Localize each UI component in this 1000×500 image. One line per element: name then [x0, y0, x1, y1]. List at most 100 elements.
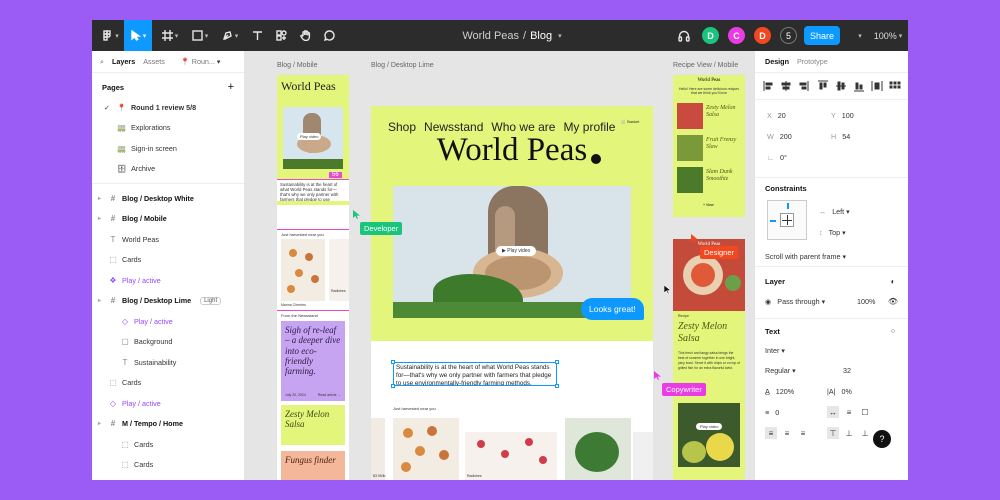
layer-item[interactable]: ◇ Play / active	[92, 311, 244, 332]
collaborator-count[interactable]: 5	[780, 27, 797, 44]
align-right-icon[interactable]: ≡	[797, 427, 809, 439]
desktop-play-button[interactable]: ▶ Play video	[496, 246, 537, 256]
mobile-play-button[interactable]: Play video	[297, 133, 322, 140]
frame-label-mobile[interactable]: Blog / Mobile	[277, 62, 317, 69]
zoom-menu[interactable]: 100% ▾	[870, 20, 906, 51]
letter-spacing-field[interactable]: |A| 0%	[827, 387, 852, 396]
align-bottom-icon[interactable]: ⊥	[859, 427, 871, 439]
align-top-icon[interactable]: ⊤	[827, 427, 839, 439]
layer-item[interactable]: ⬚ Cards	[92, 434, 244, 455]
add-page-icon[interactable]: +	[228, 81, 234, 93]
font-family-select[interactable]: Inter ▾	[765, 346, 785, 355]
move-tool-button[interactable]: ▾	[124, 20, 152, 51]
align-icons[interactable]	[763, 80, 903, 92]
expand-arrow-icon[interactable]: ▸	[98, 195, 104, 202]
vertical-constraint-select[interactable]: ↕ Top ▾	[819, 228, 846, 237]
page-item[interactable]: ✓ 📍 Round 1 review 5/8	[92, 97, 244, 118]
page-item[interactable]: 🚃 Sign-in screen	[92, 138, 244, 159]
recipe-list-frame[interactable]: World Peas Hello! Here are some deliciou…	[673, 75, 745, 217]
layer-item[interactable]: ⬚ Cards	[92, 250, 244, 271]
page-item[interactable]: 🚃 Explorations	[92, 118, 244, 139]
rotation-field[interactable]: ∟ 0°	[767, 153, 787, 162]
width-field[interactable]: W 200	[767, 132, 792, 141]
hand-tool-button[interactable]	[294, 20, 316, 51]
sustainability-text[interactable]: Sustainability is at the heart of what W…	[393, 362, 557, 386]
x-field[interactable]: X 20	[767, 111, 786, 120]
scroll-behavior-select[interactable]: Scroll with parent frame ▾	[765, 252, 846, 261]
recipe-title[interactable]: Slam Dunk Smoothie	[706, 169, 742, 182]
resize-handle[interactable]	[555, 384, 559, 388]
comment-bubble[interactable]: Looks great!	[581, 298, 644, 320]
layer-item[interactable]: ▸ # Blog / Desktop Lime Light	[92, 291, 244, 312]
card-link[interactable]: Read article →	[318, 393, 341, 397]
resize-handle[interactable]	[391, 384, 395, 388]
page-selector[interactable]: 📍 Roun... ▾	[181, 57, 221, 66]
align-middle-icon[interactable]: ⊥	[843, 427, 855, 439]
recipe-detail-frame[interactable]: World Peas Recipe Zesty Melon Salsa This…	[673, 239, 745, 480]
help-button[interactable]: ?	[873, 430, 891, 448]
shape-tool-button[interactable]: ▾	[186, 20, 214, 51]
search-icon[interactable]: ⌕	[100, 57, 104, 67]
frame-label-desktop[interactable]: Blog / Desktop Lime	[371, 62, 434, 69]
frame-label-recipe[interactable]: Recipe View / Mobile	[673, 62, 738, 69]
layer-item[interactable]: T World Peas	[92, 229, 244, 250]
layer-item[interactable]: ▸ # Blog / Desktop White	[92, 188, 244, 209]
expand-arrow-icon[interactable]: ▸	[98, 215, 104, 222]
recipe-video[interactable]: Play video	[678, 403, 740, 467]
comment-tool-button[interactable]	[318, 20, 340, 51]
article-card[interactable]: Sigh of re-leaf – a deeper dive into eco…	[281, 321, 345, 401]
align-center-icon[interactable]: ≡	[781, 427, 793, 439]
mobile-body-text[interactable]: Sustainability is at the heart of what W…	[277, 179, 349, 201]
opacity-field[interactable]: 100%	[857, 297, 875, 306]
layer-item[interactable]: ▸ # Blog / Mobile	[92, 209, 244, 230]
resize-handle[interactable]	[555, 360, 559, 364]
blend-options-icon[interactable]: ◐	[887, 275, 899, 287]
tab-assets[interactable]: Assets	[143, 57, 165, 66]
avatar[interactable]: D	[702, 27, 719, 44]
file-breadcrumb[interactable]: World Peas / Blog ▾	[422, 20, 602, 51]
tab-layers[interactable]: Layers	[112, 57, 135, 66]
recipe-title[interactable]: Zesty Melon Salsa	[706, 105, 742, 118]
recipe-play-button[interactable]: Play video	[696, 423, 723, 430]
resources-button[interactable]	[270, 20, 292, 51]
auto-width-icon[interactable]: ↔	[827, 406, 839, 418]
constraint-widget[interactable]	[767, 200, 807, 240]
basket-link[interactable]: 🛒 Basket	[621, 119, 639, 124]
resize-handle[interactable]	[391, 360, 395, 364]
font-size-field[interactable]: 32	[843, 366, 851, 375]
expand-arrow-icon[interactable]: ▸	[98, 420, 104, 427]
tab-design[interactable]: Design	[765, 57, 789, 66]
blend-mode-select[interactable]: ◉ Pass through ▾	[765, 297, 825, 306]
font-weight-select[interactable]: Regular ▾	[765, 366, 796, 375]
desktop-frame[interactable]: Shop Newsstand Who we are My profile 🛒 B…	[371, 106, 653, 480]
text-tool-button[interactable]	[246, 20, 268, 51]
pen-tool-button[interactable]: ▾	[216, 20, 244, 51]
avatar[interactable]: D	[754, 27, 771, 44]
article-card[interactable]: Fungus finder	[281, 451, 345, 480]
main-menu-button[interactable]: ▾	[96, 20, 124, 51]
line-height-field[interactable]: A̲ 120%	[765, 387, 794, 396]
y-field[interactable]: Y 100	[831, 111, 854, 120]
text-styles-icon[interactable]: ⁘	[887, 325, 899, 337]
avatar[interactable]: C	[728, 27, 745, 44]
share-button[interactable]: Share	[804, 26, 840, 45]
align-left-icon[interactable]: ≡	[765, 427, 777, 439]
height-field[interactable]: H 54	[831, 132, 850, 141]
layer-item[interactable]: T Sustainability	[92, 352, 244, 373]
share-options-button[interactable]: ▾	[852, 20, 866, 51]
tab-prototype[interactable]: Prototype	[797, 57, 828, 66]
view-more-link[interactable]: + View	[703, 203, 714, 207]
layer-item[interactable]: ⬚ Cards	[92, 455, 244, 476]
page-item[interactable]: 🗄 Archive	[92, 159, 244, 180]
paragraph-spacing-field[interactable]: ≡ 0	[765, 408, 779, 417]
audio-button[interactable]	[674, 20, 694, 51]
layer-item[interactable]: ◇ Play / active	[92, 393, 244, 414]
horizontal-constraint-select[interactable]: ↔ Left ▾	[819, 207, 850, 216]
mobile-frame[interactable]: World Peas Play video Sustainability is …	[277, 75, 349, 480]
recipe-card[interactable]: Zesty Melon Salsa	[281, 405, 345, 445]
expand-arrow-icon[interactable]: ▸	[98, 297, 104, 304]
layer-item[interactable]: ⬚ Cards	[92, 373, 244, 394]
eye-icon[interactable]: 👁	[887, 295, 899, 307]
layer-item[interactable]: ▢ Background	[92, 332, 244, 353]
auto-height-icon[interactable]: ≡	[843, 406, 855, 418]
